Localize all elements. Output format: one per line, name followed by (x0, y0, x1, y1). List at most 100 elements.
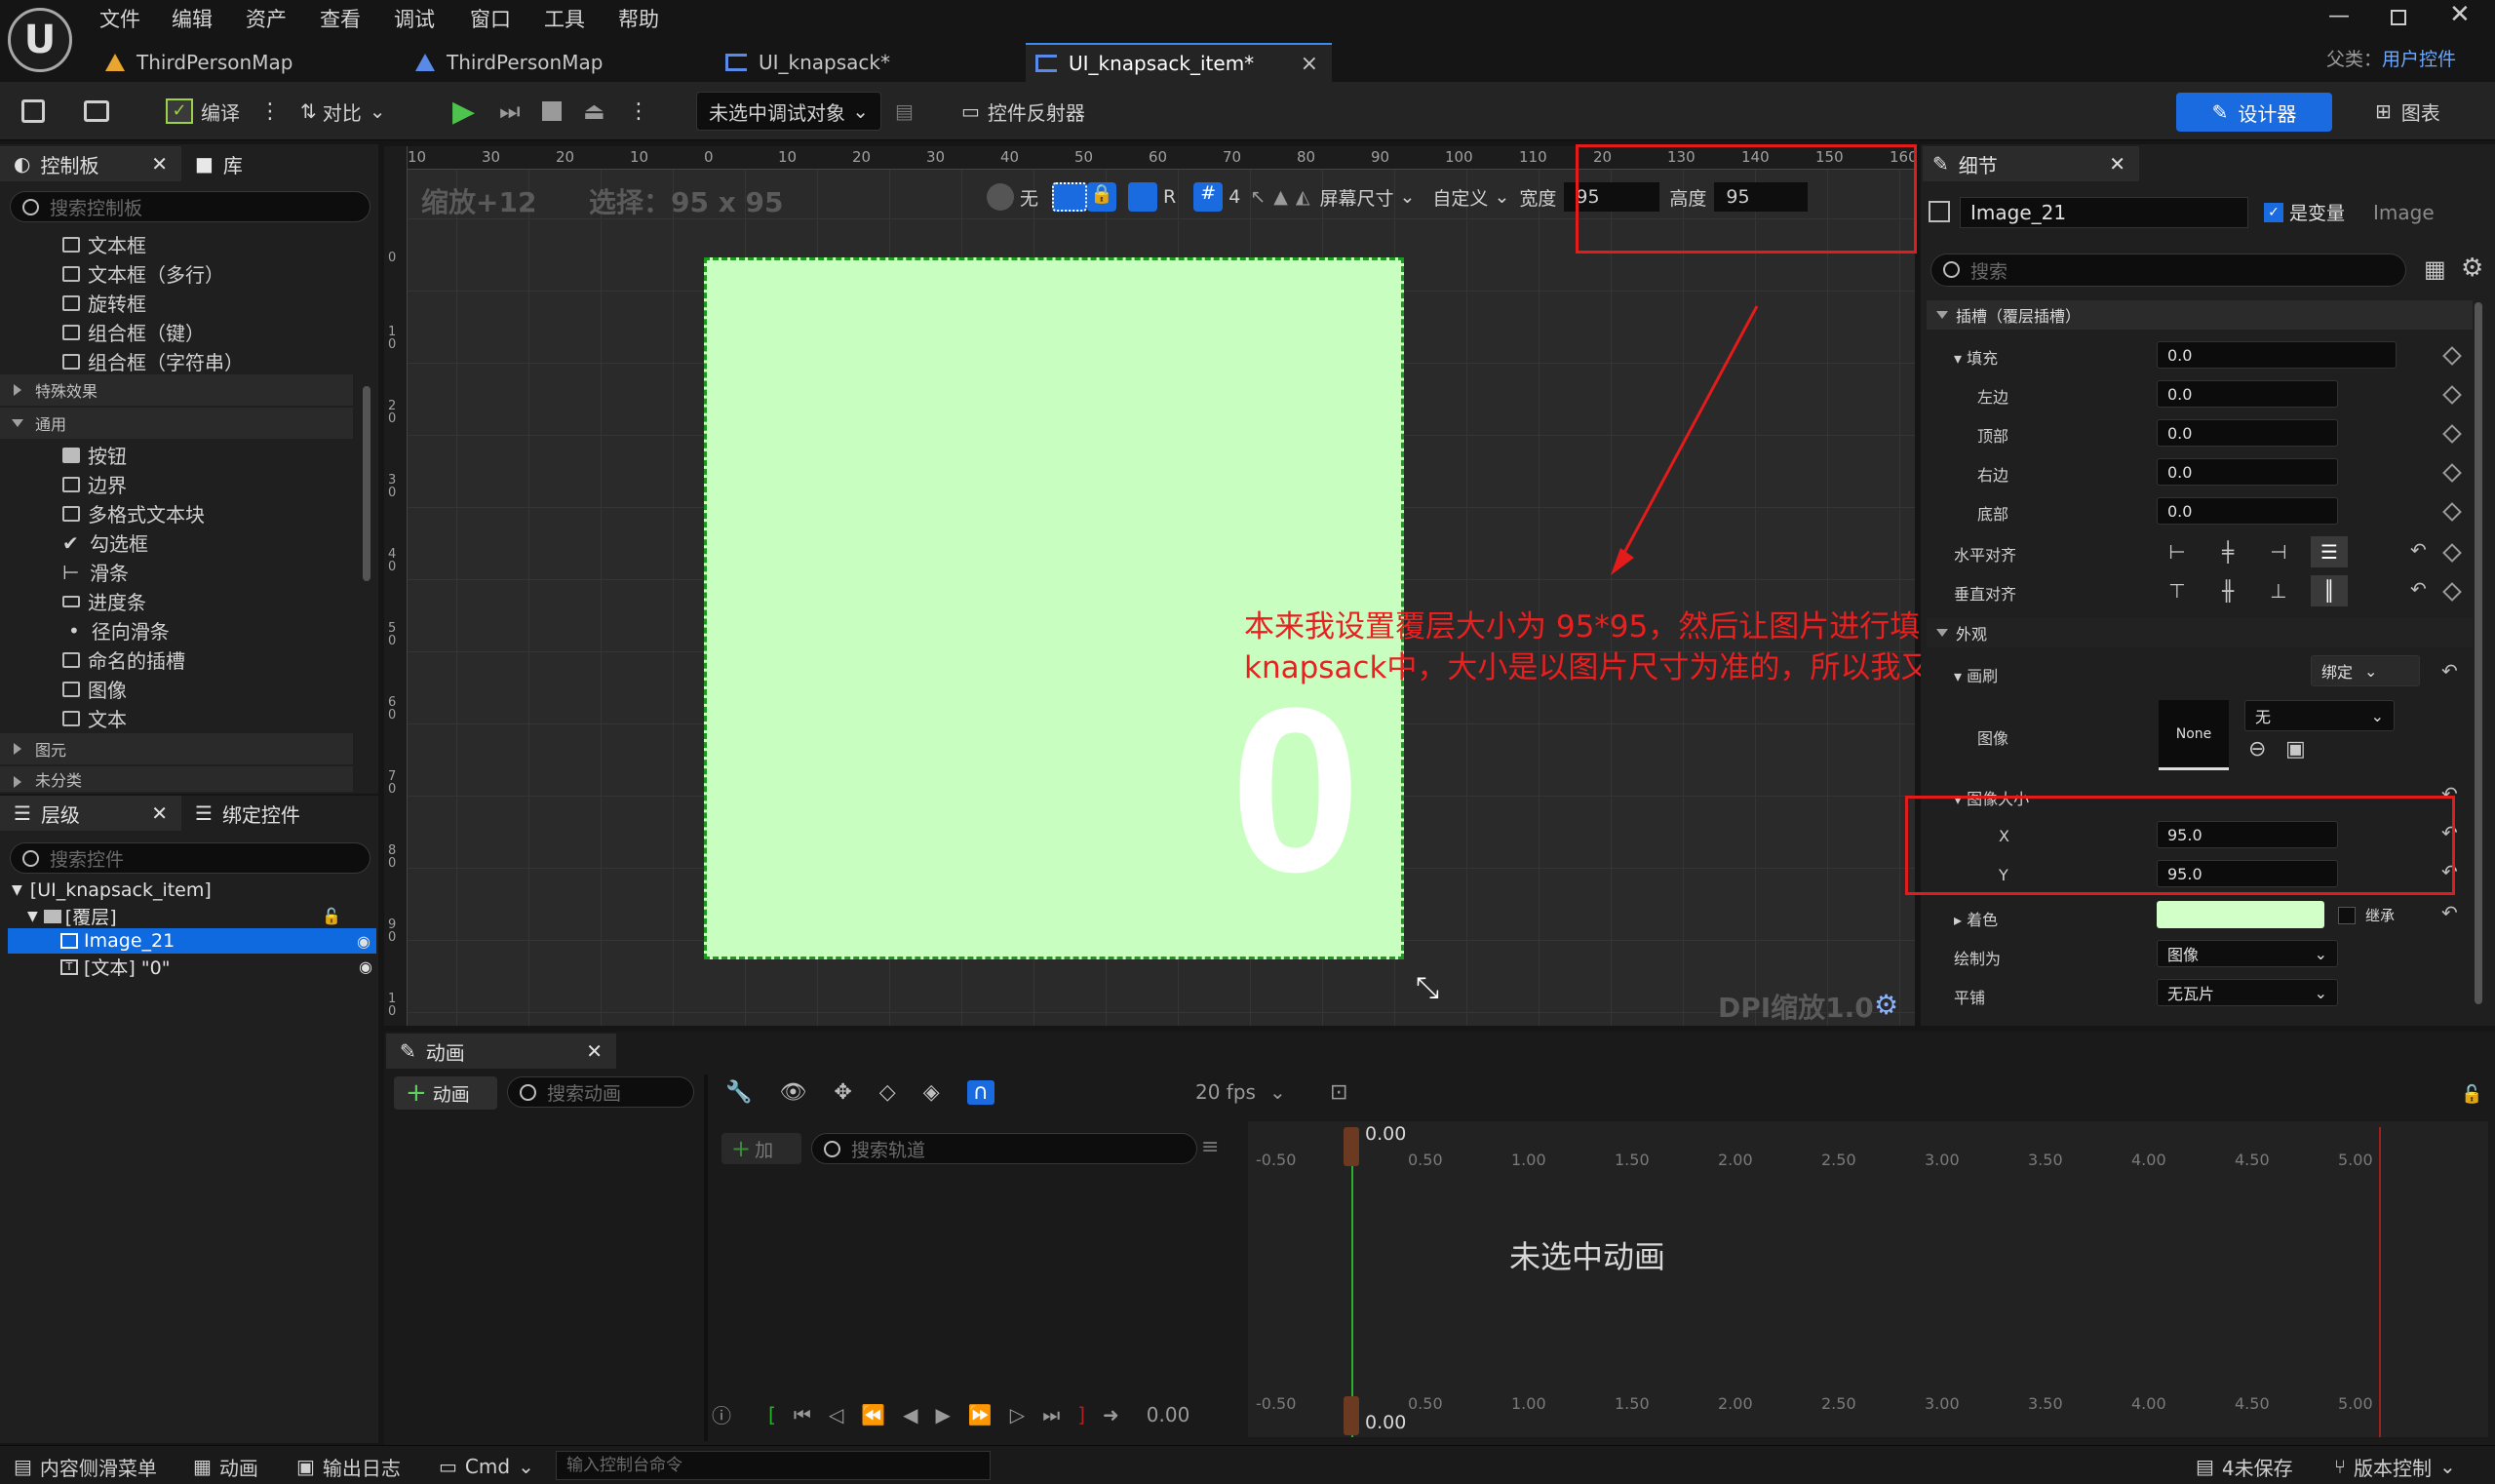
close-tab-icon[interactable]: ✕ (151, 152, 168, 176)
gear-icon[interactable]: ⚙ (1874, 989, 1898, 1021)
play-reverse-icon[interactable]: ◀ (903, 1403, 917, 1426)
browse-asset-icon[interactable]: ▣ (2285, 737, 2306, 762)
palette-item-radial-slider[interactable]: • 径向滑条 (62, 616, 170, 644)
tab-thirdpersonmap-2[interactable]: ThirdPersonMap (415, 43, 708, 82)
widget-name-input[interactable]: Image_21 (1960, 197, 2248, 228)
palette-category-common[interactable]: 通用 (0, 408, 353, 439)
play-icon[interactable]: ▶ (452, 88, 475, 135)
menu-asset[interactable]: 资产 (246, 4, 287, 33)
menu-tools[interactable]: 工具 (544, 4, 585, 33)
eject-icon[interactable]: ⏏ (583, 88, 605, 135)
marquee-icon[interactable] (1052, 182, 1088, 212)
palette-item-text[interactable]: 文本 (62, 704, 127, 732)
jump-end-icon[interactable]: ⏭ (1042, 1403, 1060, 1426)
info-icon[interactable]: ⓘ (712, 1400, 731, 1428)
palette-item-border[interactable]: 边界 (62, 470, 127, 498)
tab-ui-knapsack-item[interactable]: UI_knapsack_item* × (1026, 43, 1332, 82)
key-diamond-icon[interactable]: ◇ (879, 1080, 896, 1105)
save-icon[interactable] (21, 88, 51, 135)
menu-window[interactable]: 窗口 (470, 4, 511, 33)
playhead-handle[interactable] (1344, 1127, 1359, 1166)
palette-category-uncategorized[interactable]: 未分类 (0, 766, 353, 792)
out-marker-icon[interactable]: ] (1077, 1403, 1085, 1426)
playhead-handle-bottom[interactable] (1344, 1396, 1359, 1435)
visibility-eye-icon[interactable]: ◉ (357, 932, 370, 951)
jump-start-icon[interactable]: ⏮ (794, 1403, 811, 1426)
reset-icon[interactable]: ↶ (2410, 577, 2427, 601)
tab-details[interactable]: ✎ 细节 ✕ (1923, 146, 2139, 181)
palette-item-multiline-textbox[interactable]: 文本框（多行） (62, 259, 224, 288)
tiling-dropdown[interactable]: 无瓦片 ⌄ (2157, 979, 2338, 1006)
step-icon[interactable]: ⏭ (499, 88, 521, 135)
lock-icon[interactable]: 🔓 (322, 907, 341, 925)
image-preview-icon[interactable]: ▲ (1273, 186, 1288, 208)
hierarchy-item-overlay[interactable]: ▼ [覆层] 🔓 (27, 903, 376, 929)
output-log-button[interactable]: ▣ 输出日志 (296, 1449, 401, 1484)
in-marker-icon[interactable]: [ (768, 1403, 776, 1426)
console-command-input[interactable]: 输入控制台命令 (556, 1451, 991, 1480)
wrench-icon[interactable]: 🔧 (725, 1080, 752, 1105)
table-view-icon[interactable]: ▦ (2424, 255, 2446, 283)
content-drawer-button[interactable]: ▤ 内容侧滑菜单 (14, 1449, 157, 1484)
minimize-icon[interactable]: — (2328, 4, 2350, 28)
compile-button[interactable]: ✓ 编译 ⋮ (166, 88, 281, 135)
close-window-icon[interactable]: ✕ (2449, 0, 2471, 29)
widget-reflector-button[interactable]: ▭ 控件反射器 (961, 88, 1085, 135)
palette-scrollbar[interactable] (363, 386, 370, 581)
menu-view[interactable]: 查看 (320, 4, 361, 33)
palette-item-checkbox[interactable]: ✔ 勾选框 (62, 528, 148, 557)
is-variable-checkbox[interactable]: ✓ 是变量 (2264, 199, 2345, 225)
more-icon[interactable]: ⋮ (628, 88, 649, 135)
stop-icon[interactable] (542, 88, 562, 135)
bind-dropdown[interactable]: 绑定 ⌄ (2311, 655, 2420, 686)
padding-right-input[interactable]: 0.0 (2157, 458, 2338, 486)
palette-item-textbox[interactable]: 文本框 (62, 230, 146, 258)
palette-item-image[interactable]: 图像 (62, 675, 127, 703)
reset-icon[interactable]: ↶ (2410, 538, 2427, 562)
next-key-icon[interactable]: ▷ (1010, 1403, 1025, 1426)
fps-dropdown[interactable]: 20 fps ⌄ (1195, 1080, 1286, 1104)
screen-size-dropdown[interactable]: 屏幕尺寸 (1319, 184, 1393, 211)
auto-key-icon[interactable]: ◈ (923, 1080, 940, 1105)
palette-item-progress-bar[interactable]: 进度条 (62, 587, 146, 615)
tab-ui-knapsack[interactable]: UI_knapsack* (725, 43, 1018, 82)
inherit-checkbox[interactable]: 继承 (2338, 905, 2395, 925)
align-center-icon[interactable]: ╪ (2209, 540, 2246, 564)
image-thumbnail[interactable]: None (2159, 700, 2229, 770)
graph-mode-button[interactable]: ⊞ 图表 (2375, 88, 2440, 135)
tab-library[interactable]: ■ 库 (195, 146, 243, 181)
hierarchy-root[interactable]: ▼ [UI_knapsack_item] (12, 879, 212, 901)
palette-item-combobox-key[interactable]: 组合框（键） (62, 318, 205, 346)
palette-item-combobox-string[interactable]: 组合框（字符串） (62, 347, 244, 375)
section-appearance[interactable]: 外观 (1927, 618, 2473, 647)
details-scrollbar[interactable] (2475, 302, 2482, 1004)
align-bottom-icon[interactable]: ⊥ (2260, 579, 2297, 603)
widget-text-preview[interactable]: 0 (1230, 673, 1360, 907)
cmd-dropdown[interactable]: ▭ Cmd ⌄ (439, 1449, 534, 1484)
debug-filter-icon[interactable]: ▤ (895, 88, 914, 135)
localization-none-label[interactable]: 无 (1020, 184, 1038, 211)
restore-icon[interactable] (2391, 10, 2406, 25)
r-toggle[interactable]: R (1163, 186, 1176, 208)
close-tab-icon[interactable]: ✕ (586, 1039, 603, 1063)
tab-hierarchy[interactable]: ☰ 层级 ✕ (0, 796, 181, 831)
add-track-button[interactable]: + 加 (721, 1133, 801, 1164)
animation-drawer-button[interactable]: ▦ 动画 (193, 1449, 258, 1484)
menu-debug[interactable]: 调试 (394, 4, 435, 33)
align-fill-icon[interactable]: ☰ (2311, 536, 2348, 567)
step-forward-icon[interactable]: ⏩ (968, 1403, 993, 1426)
fill-mode-dropdown[interactable]: 自定义 (1432, 184, 1488, 211)
browse-icon[interactable] (84, 88, 117, 135)
play-forward-icon[interactable]: ▶ (936, 1403, 951, 1426)
add-animation-button[interactable]: + 动画 (394, 1076, 497, 1110)
align-left-icon[interactable]: ⊢ (2159, 540, 2196, 564)
menu-help[interactable]: 帮助 (618, 4, 659, 33)
padding-top-input[interactable]: 0.0 (2157, 419, 2338, 447)
reset-icon[interactable]: ↶ (2441, 659, 2458, 683)
palette-item-spinbox[interactable]: 旋转框 (62, 289, 146, 317)
tab-palette[interactable]: ◐ 控制板 ✕ (0, 146, 181, 181)
align-fill-vertical-icon[interactable]: ║ (2311, 575, 2348, 606)
animation-splitter[interactable] (704, 1074, 708, 1441)
align-right-icon[interactable]: ⊣ (2260, 540, 2297, 564)
grid-snap-icon[interactable]: # (1193, 182, 1224, 212)
